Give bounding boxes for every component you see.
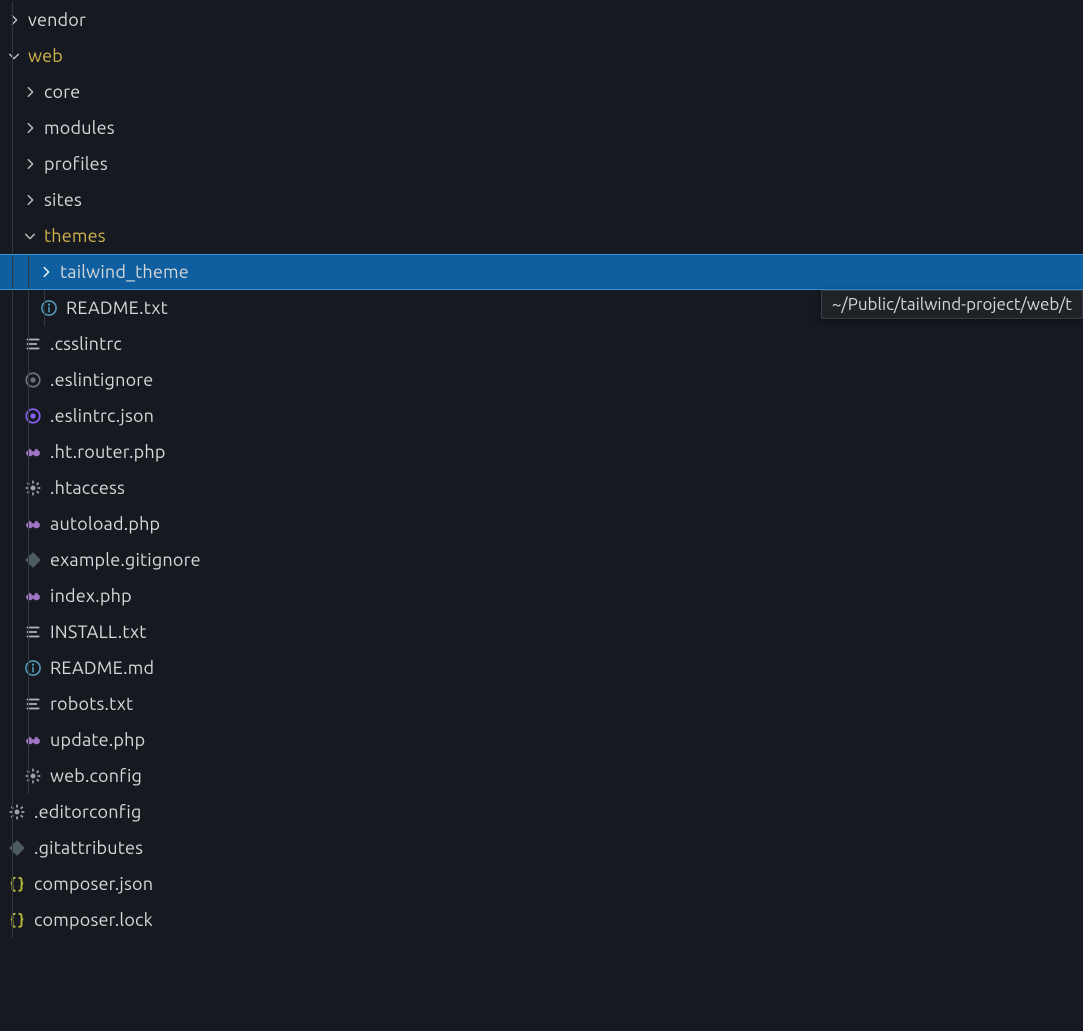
item-label: vendor <box>28 2 86 38</box>
file-item-composer-lock[interactable]: composer.lock <box>0 902 1083 938</box>
item-label: update.php <box>50 722 145 758</box>
lines-icon <box>22 335 44 353</box>
gear-icon <box>22 767 44 785</box>
item-label: .eslintignore <box>50 362 153 398</box>
tooltip-text: ~/Public/tailwind-project/web/t <box>832 295 1072 314</box>
target-purple-icon <box>22 407 44 425</box>
path-tooltip: ~/Public/tailwind-project/web/t <box>821 290 1083 319</box>
file-item--htaccess[interactable]: .htaccess <box>0 470 1083 506</box>
folder-item-modules[interactable]: modules <box>0 110 1083 146</box>
php-icon <box>22 587 44 605</box>
file-item--ht-router-php[interactable]: .ht.router.php <box>0 434 1083 470</box>
file-item-readme-md[interactable]: README.md <box>0 650 1083 686</box>
target-grey-icon <box>22 371 44 389</box>
item-label: modules <box>44 110 115 146</box>
item-label: README.txt <box>66 290 168 326</box>
braces-icon <box>6 911 28 929</box>
gear-icon <box>6 803 28 821</box>
git-icon <box>22 551 44 569</box>
item-label: tailwind_theme <box>60 255 189 289</box>
file-item--editorconfig[interactable]: .editorconfig <box>0 794 1083 830</box>
folder-item-core[interactable]: core <box>0 74 1083 110</box>
item-label: robots.txt <box>50 686 133 722</box>
file-item--eslintrc-json[interactable]: .eslintrc.json <box>0 398 1083 434</box>
file-item-robots-txt[interactable]: robots.txt <box>0 686 1083 722</box>
chevron-right-icon[interactable] <box>6 13 22 27</box>
file-item--eslintignore[interactable]: .eslintignore <box>0 362 1083 398</box>
folder-item-vendor[interactable]: vendor <box>0 2 1083 38</box>
php-icon <box>22 443 44 461</box>
item-label: INSTALL.txt <box>50 614 147 650</box>
chevron-right-icon[interactable] <box>22 85 38 99</box>
item-label: web.config <box>50 758 142 794</box>
item-label: example.gitignore <box>50 542 201 578</box>
folder-item-tailwind-theme[interactable]: tailwind_theme <box>0 254 1083 290</box>
info-icon <box>22 659 44 677</box>
folder-item-sites[interactable]: sites <box>0 182 1083 218</box>
file-item-index-php[interactable]: index.php <box>0 578 1083 614</box>
item-label: profiles <box>44 146 108 182</box>
chevron-right-icon[interactable] <box>22 157 38 171</box>
chevron-right-icon[interactable] <box>22 121 38 135</box>
item-label: composer.lock <box>34 902 153 938</box>
item-label: index.php <box>50 578 132 614</box>
item-label: .htaccess <box>50 470 125 506</box>
folder-item-web[interactable]: web <box>0 38 1083 74</box>
file-item-install-txt[interactable]: INSTALL.txt <box>0 614 1083 650</box>
gear-icon <box>22 479 44 497</box>
item-label: .gitattributes <box>34 830 143 866</box>
item-label: composer.json <box>34 866 153 902</box>
folder-item-profiles[interactable]: profiles <box>0 146 1083 182</box>
git-icon <box>6 839 28 857</box>
item-label: .csslintrc <box>50 326 122 362</box>
chevron-down-icon[interactable] <box>6 49 22 63</box>
item-label: README.md <box>50 650 154 686</box>
file-item-update-php[interactable]: update.php <box>0 722 1083 758</box>
item-label: .editorconfig <box>34 794 142 830</box>
php-icon <box>22 731 44 749</box>
lines-icon <box>22 623 44 641</box>
file-explorer-tree[interactable]: vendorwebcoremodulesprofilessitesthemest… <box>0 0 1083 938</box>
file-item--csslintrc[interactable]: .csslintrc <box>0 326 1083 362</box>
item-label: .ht.router.php <box>50 434 166 470</box>
folder-item-themes[interactable]: themes <box>0 218 1083 254</box>
php-icon <box>22 515 44 533</box>
chevron-down-icon[interactable] <box>22 229 38 243</box>
file-item-autoload-php[interactable]: autoload.php <box>0 506 1083 542</box>
item-label: .eslintrc.json <box>50 398 154 434</box>
info-icon <box>38 299 60 317</box>
braces-icon <box>6 875 28 893</box>
file-item-composer-json[interactable]: composer.json <box>0 866 1083 902</box>
chevron-right-icon[interactable] <box>22 193 38 207</box>
item-label: themes <box>44 218 106 254</box>
file-item-example-gitignore[interactable]: example.gitignore <box>0 542 1083 578</box>
file-item-web-config[interactable]: web.config <box>0 758 1083 794</box>
lines-icon <box>22 695 44 713</box>
item-label: core <box>44 74 80 110</box>
file-item--gitattributes[interactable]: .gitattributes <box>0 830 1083 866</box>
item-label: sites <box>44 182 82 218</box>
chevron-right-icon[interactable] <box>38 265 54 279</box>
item-label: web <box>28 38 63 74</box>
item-label: autoload.php <box>50 506 160 542</box>
